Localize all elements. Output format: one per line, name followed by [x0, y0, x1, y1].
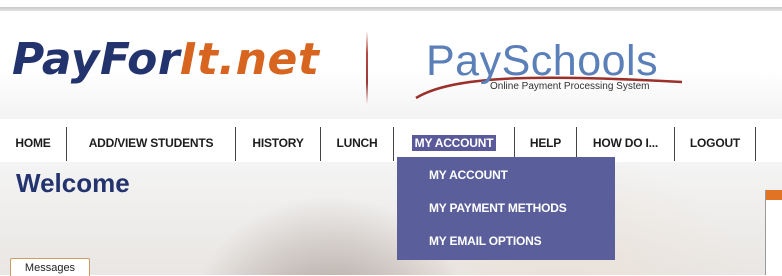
menu-item-my-payment-methods[interactable]: MY PAYMENT METHODS: [397, 193, 615, 223]
nav-home[interactable]: HOME: [0, 124, 66, 162]
payforit-logo-text-2: It.net: [180, 34, 320, 85]
payschools-logo[interactable]: PaySchools Online Payment Processing Sys…: [412, 40, 702, 104]
nav-history[interactable]: HISTORY: [236, 124, 320, 162]
menu-item-my-account[interactable]: MY ACCOUNT: [397, 160, 615, 190]
side-panel-header: [766, 190, 782, 200]
nav-separator: [755, 127, 756, 161]
menu-item-my-email-options[interactable]: MY EMAIL OPTIONS: [397, 226, 615, 256]
header-divider: [366, 31, 368, 105]
main-nav: HOME ADD/VIEW STUDENTS HISTORY LUNCH MY …: [0, 124, 782, 162]
nav-my-account-label: MY ACCOUNT: [411, 135, 497, 151]
payschools-tagline: Online Payment Processing System: [490, 81, 650, 92]
side-panel: [765, 190, 782, 275]
nav-logout[interactable]: LOGOUT: [675, 124, 755, 162]
my-account-dropdown-menu: MY ACCOUNT MY PAYMENT METHODS MY EMAIL O…: [397, 157, 615, 260]
payforit-logo-text-1: PayFor: [12, 34, 181, 85]
payforit-logo[interactable]: PayForIt.net: [12, 38, 319, 82]
nav-lunch[interactable]: LUNCH: [321, 124, 393, 162]
payschools-logo-text: PaySchools: [426, 37, 659, 85]
messages-tab[interactable]: Messages: [10, 258, 90, 276]
nav-add-view-students[interactable]: ADD/VIEW STUDENTS: [67, 124, 235, 162]
page-title: Welcome: [16, 168, 130, 198]
